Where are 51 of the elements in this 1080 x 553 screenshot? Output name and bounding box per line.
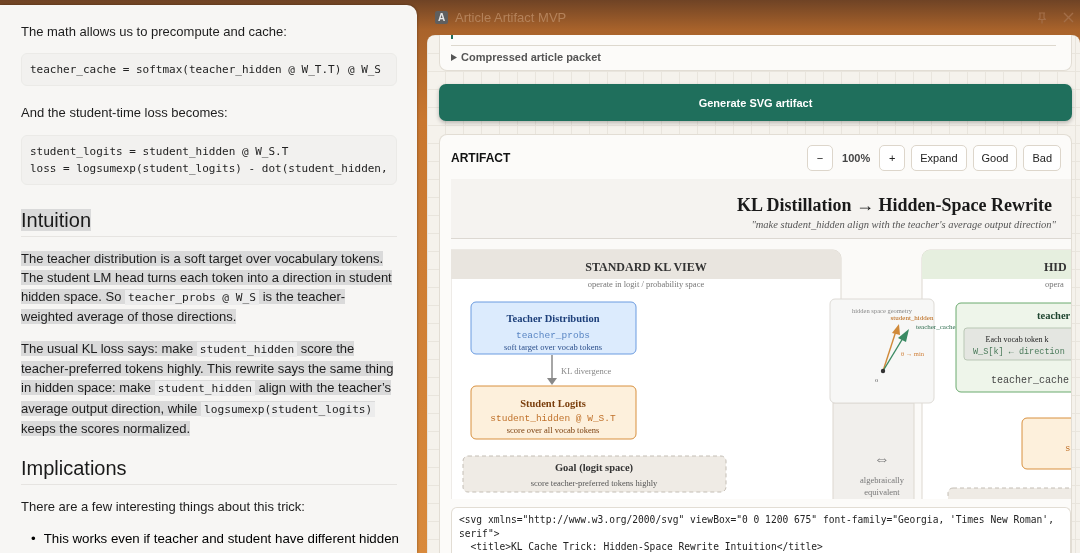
panel-title: STANDARD KL VIEW	[585, 260, 707, 274]
equivalence-label: algebraically	[860, 475, 904, 485]
paragraph: The math allows us to precompute and cache:	[21, 23, 288, 41]
action-button[interactable]: Bad	[1023, 145, 1061, 171]
node-code: student_hidden @ W_S.T	[490, 413, 616, 424]
diagram-title: KL Distillation → Hidden-Space Rewrite	[737, 195, 1052, 215]
pin-icon[interactable]	[1038, 11, 1046, 24]
code-block: teacher_cache = softmax(teacher_hidden @ W_T.T) @ W_S	[21, 53, 397, 87]
zoom-out-button[interactable]: −	[807, 145, 834, 171]
node-code: W_S[k] ← direction	[973, 347, 1065, 357]
generate-button[interactable]: Generate SVG artifact	[439, 84, 1072, 121]
node-title: Teacher Distribution	[506, 313, 600, 324]
zoom-in-button[interactable]: +	[879, 145, 906, 171]
panel-subtitle: operate in logit / probability space	[587, 279, 705, 289]
paragraph: The usual KL loss says: make student_hidden score the teacher-preferred tokens highly. This rewrite says the same thing in hidden space: make student_hidden align with the teacher’s average output direction, while logsumexp(student_logits) keeps the scores normalized.	[21, 339, 395, 438]
paragraph: There are a few interesting things about this trick:	[21, 498, 306, 517]
action-button[interactable]: Expand	[911, 145, 967, 171]
artifact-heading: ARTIFACT	[451, 151, 512, 165]
svg-source: <svg xmlns="http://www.w3.org/2000/svg" viewBox="0 0 1200 675" font-family="Georgia, 'Times New Roman', serif"> <title>KL Cache Trick: Hidden-Space Rewrite Intuition</title>	[451, 507, 1071, 553]
node-note: soft target over vocab tokens	[504, 342, 602, 352]
equivalence-icon: ⇔	[874, 450, 890, 467]
equivalence-label: equivalent	[864, 487, 900, 497]
paragraph: The teacher distribution is a soft target over vocabulary tokens. The student LM head turns each token into a direction in student hidden space. So teacher_probs @ W_S is the teacher-weighted average of those directions.	[21, 249, 393, 327]
node-code: teacher_cache	[991, 375, 1069, 386]
code-block: student_logits = student_hidden @ W_S.T loss = logsumexp(student_logits) - dot(student_hidden,	[21, 134, 397, 185]
node-code: teacher_probs	[515, 330, 591, 341]
node-title: Student Logits	[520, 398, 586, 409]
origin-dot	[880, 368, 886, 374]
disclosure-icon	[451, 53, 457, 61]
node-code: s	[1065, 444, 1071, 454]
paragraph: And the student-time loss becomes:	[21, 104, 229, 123]
list-item: This works even if teacher and student have different hidden	[43, 529, 399, 548]
packet-toggle[interactable]: Compressed article packet	[451, 51, 601, 63]
panel-title: HID	[1044, 260, 1067, 274]
output-node	[1021, 417, 1071, 470]
app-icon: A	[435, 11, 448, 24]
node-title: Each vocab token k	[985, 335, 1049, 344]
node-title: teacher	[1037, 310, 1071, 321]
bullet: •	[31, 529, 36, 548]
node-title: Goal (logit space)	[554, 462, 634, 473]
section-heading: Implications	[21, 457, 127, 480]
arrow	[547, 354, 557, 385]
node-note: score over all vocab tokens	[506, 425, 600, 435]
edge-label: KL divergence	[561, 366, 612, 376]
close-icon[interactable]	[1063, 12, 1074, 23]
panel-subtitle: opera	[1045, 279, 1064, 289]
zoom-level: 100%	[841, 152, 872, 164]
section-heading: Intuition	[21, 208, 92, 231]
diagram-subtitle: "make student_hidden align with the teacher's average output direction"	[751, 219, 1056, 230]
action-button[interactable]: Good	[972, 145, 1018, 171]
node-note: score teacher-preferred tokens highly	[530, 478, 658, 488]
